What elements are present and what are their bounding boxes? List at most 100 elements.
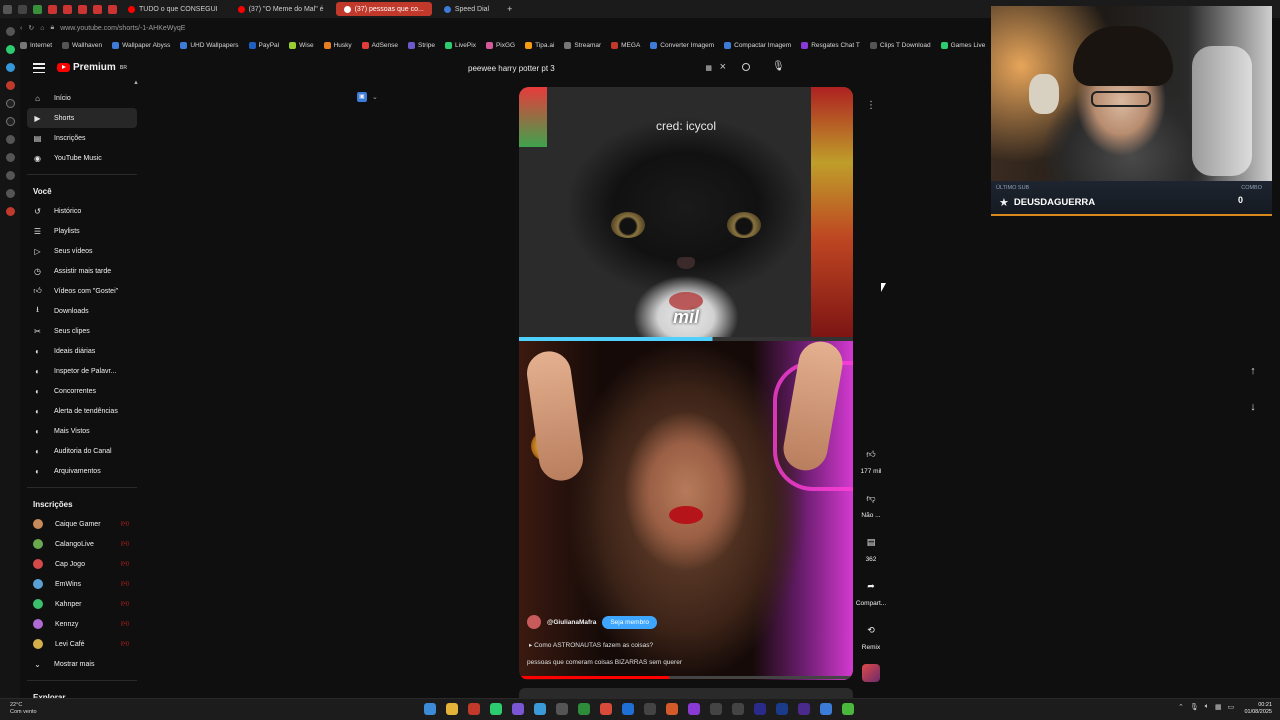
file-explorer-icon[interactable] bbox=[446, 703, 458, 715]
history-panel-icon[interactable] bbox=[5, 135, 15, 144]
search-box[interactable]: peewee harry potter pt 3 ▦ × bbox=[460, 58, 760, 78]
sidebar-item[interactable]: ▶ Shorts bbox=[27, 108, 137, 128]
discord-icon[interactable] bbox=[512, 703, 524, 715]
bookmark-item[interactable]: Games Live bbox=[940, 41, 985, 49]
app-icon[interactable] bbox=[842, 703, 854, 715]
sidebar-item[interactable]: ◐ Ideais diárias bbox=[27, 341, 137, 361]
sidebar-item[interactable]: 👍︎ Vídeos com "Gostei" bbox=[27, 281, 137, 301]
bookmark-item[interactable]: Clips T Download bbox=[869, 41, 931, 49]
progress-bar[interactable] bbox=[519, 676, 853, 679]
bookmark-item[interactable]: Wise bbox=[289, 41, 314, 49]
bookmark-item[interactable]: Stripe bbox=[408, 41, 435, 49]
bookmark-item[interactable]: UHD Wallpapers bbox=[180, 41, 239, 49]
comments-button[interactable]: ▤ 362 bbox=[856, 532, 886, 576]
bookmark-item[interactable]: Resgates Chat T bbox=[801, 41, 860, 49]
bookmark-item[interactable]: AdSense bbox=[361, 41, 398, 49]
photoshop-icon[interactable] bbox=[776, 703, 788, 715]
subscription-item[interactable]: EmWins ((•)) bbox=[27, 574, 137, 594]
app-icon[interactable] bbox=[820, 703, 832, 715]
search-input[interactable]: peewee harry potter pt 3 bbox=[468, 64, 555, 73]
tab-1[interactable]: TUDO o que CONSEGUI bbox=[120, 2, 226, 16]
acrobat-icon[interactable] bbox=[600, 703, 612, 715]
sidebar-item[interactable]: ☰ Playlists bbox=[27, 221, 137, 241]
browser-menu-icon[interactable] bbox=[3, 4, 12, 14]
sidebar-item[interactable]: ◐ Auditoria do Canal bbox=[27, 441, 137, 461]
downloads-panel-icon[interactable] bbox=[5, 171, 15, 180]
instagram-icon[interactable] bbox=[5, 81, 15, 90]
channel-name[interactable]: @GiulianaMafra bbox=[547, 619, 596, 626]
workspaces-icon[interactable] bbox=[18, 4, 27, 14]
sidebar-item[interactable]: ◐ Mais Vistos bbox=[27, 421, 137, 441]
new-tab-button[interactable]: + bbox=[507, 4, 512, 14]
app-icon[interactable] bbox=[732, 703, 744, 715]
subscription-item[interactable]: Levi Café ((•)) bbox=[27, 634, 137, 654]
subscription-item[interactable]: Kahnper ((•)) bbox=[27, 594, 137, 614]
sidebar-item[interactable]: ⌂ Início bbox=[27, 88, 137, 108]
sidebar-item[interactable]: ▤ Inscrições bbox=[27, 128, 137, 148]
keyboard-icon[interactable]: ▦ bbox=[705, 64, 712, 72]
x-icon[interactable] bbox=[5, 117, 15, 126]
microphone-icon[interactable]: 🎙︎ bbox=[772, 61, 785, 75]
bookmark-item[interactable]: LivePix bbox=[445, 41, 476, 49]
extension-icon[interactable] bbox=[33, 4, 42, 14]
remix-button[interactable]: ⟲ Remix bbox=[856, 620, 886, 664]
mic-tray-icon[interactable]: 🎙︎ bbox=[1190, 703, 1199, 711]
tab-3-active[interactable]: (37) pessoas que co... bbox=[335, 2, 432, 16]
sidebar-item[interactable]: ⭳ Downloads bbox=[27, 301, 137, 321]
sidebar-item[interactable]: ✂ Seus clipes bbox=[27, 321, 137, 341]
bookmark-item[interactable]: Internet bbox=[20, 41, 52, 49]
settings-icon[interactable] bbox=[5, 189, 15, 198]
more-options-icon[interactable]: ⋮ bbox=[866, 100, 876, 111]
sidebar-item[interactable]: ◐ Arquivamentos bbox=[27, 461, 137, 481]
terminal-icon[interactable] bbox=[556, 703, 568, 715]
battery-icon[interactable]: ▭ bbox=[1228, 703, 1235, 711]
telegram-app-icon[interactable] bbox=[534, 703, 546, 715]
next-short-button[interactable]: ↓ bbox=[1243, 401, 1263, 421]
youtube-pin-icon[interactable] bbox=[63, 4, 72, 14]
sound-thumbnail[interactable] bbox=[862, 664, 880, 682]
bookmark-item[interactable]: Wallhaven bbox=[62, 41, 102, 49]
home-nav-icon[interactable]: ⌂ bbox=[40, 25, 44, 32]
tray-chevron-icon[interactable]: ⌃ bbox=[1178, 703, 1184, 711]
bookmark-item[interactable]: Streamar bbox=[564, 41, 601, 49]
panel-icon[interactable] bbox=[5, 27, 15, 36]
app-icon[interactable] bbox=[666, 703, 678, 715]
sidebar-item[interactable]: ◐ Concorrentes bbox=[27, 381, 137, 401]
sidebar-item[interactable]: ◐ Inspetor de Palavr... bbox=[27, 361, 137, 381]
back-icon[interactable]: ‹ bbox=[20, 25, 22, 32]
subscription-item[interactable]: CalangoLive ((•)) bbox=[27, 534, 137, 554]
app-icon[interactable] bbox=[710, 703, 722, 715]
opera-icon[interactable] bbox=[468, 703, 480, 715]
youtube-pin-icon[interactable] bbox=[108, 4, 117, 14]
shorts-player[interactable]: cred: icycol mil @GiulianaMafra Seja mem… bbox=[519, 87, 853, 680]
channel-avatar[interactable] bbox=[527, 615, 541, 629]
subscription-item[interactable]: Kennzy ((•)) bbox=[27, 614, 137, 634]
previous-short-button[interactable]: ↑ bbox=[1243, 365, 1263, 385]
reload-icon[interactable]: ↻ bbox=[28, 24, 34, 32]
volume-icon[interactable]: 🔈︎ bbox=[1205, 703, 1209, 711]
scroll-up-icon[interactable]: ▲ bbox=[133, 80, 139, 86]
hamburger-menu-icon[interactable] bbox=[33, 63, 45, 73]
url-text[interactable]: www.youtube.com/shorts/-1-AHKeWyqE bbox=[60, 25, 185, 32]
sidebar-item[interactable]: ↺ Histórico bbox=[27, 201, 137, 221]
clock[interactable]: 00:21 01/08/2025 bbox=[1238, 702, 1272, 716]
sidebar-item[interactable]: ◐ Alerta de tendências bbox=[27, 401, 137, 421]
network-icon[interactable]: ▦ bbox=[1215, 703, 1222, 711]
windows-start-icon[interactable] bbox=[424, 703, 436, 715]
notes-icon[interactable] bbox=[5, 153, 15, 162]
search-icon[interactable] bbox=[742, 63, 750, 71]
dislike-button[interactable]: 👎︎ Não ... bbox=[856, 488, 886, 532]
obs-icon[interactable] bbox=[644, 703, 656, 715]
bookmark-item[interactable]: Wallpaper Abyss bbox=[112, 41, 170, 49]
bookmark-item[interactable]: Converter Imagem bbox=[650, 41, 714, 49]
twitch-icon[interactable] bbox=[688, 703, 700, 715]
whatsapp-app-icon[interactable] bbox=[490, 703, 502, 715]
bookmark-item[interactable]: MEGA bbox=[611, 41, 640, 49]
join-button[interactable]: Seja membro bbox=[602, 615, 657, 629]
extension-badge-icon[interactable]: ▣ bbox=[357, 92, 367, 102]
tiktok-icon[interactable] bbox=[5, 99, 15, 108]
youtube-pin-icon[interactable] bbox=[93, 4, 102, 14]
bookmark-item[interactable]: Tipa.ai bbox=[525, 41, 554, 49]
xbox-icon[interactable] bbox=[578, 703, 590, 715]
telegram-icon[interactable] bbox=[5, 63, 15, 72]
